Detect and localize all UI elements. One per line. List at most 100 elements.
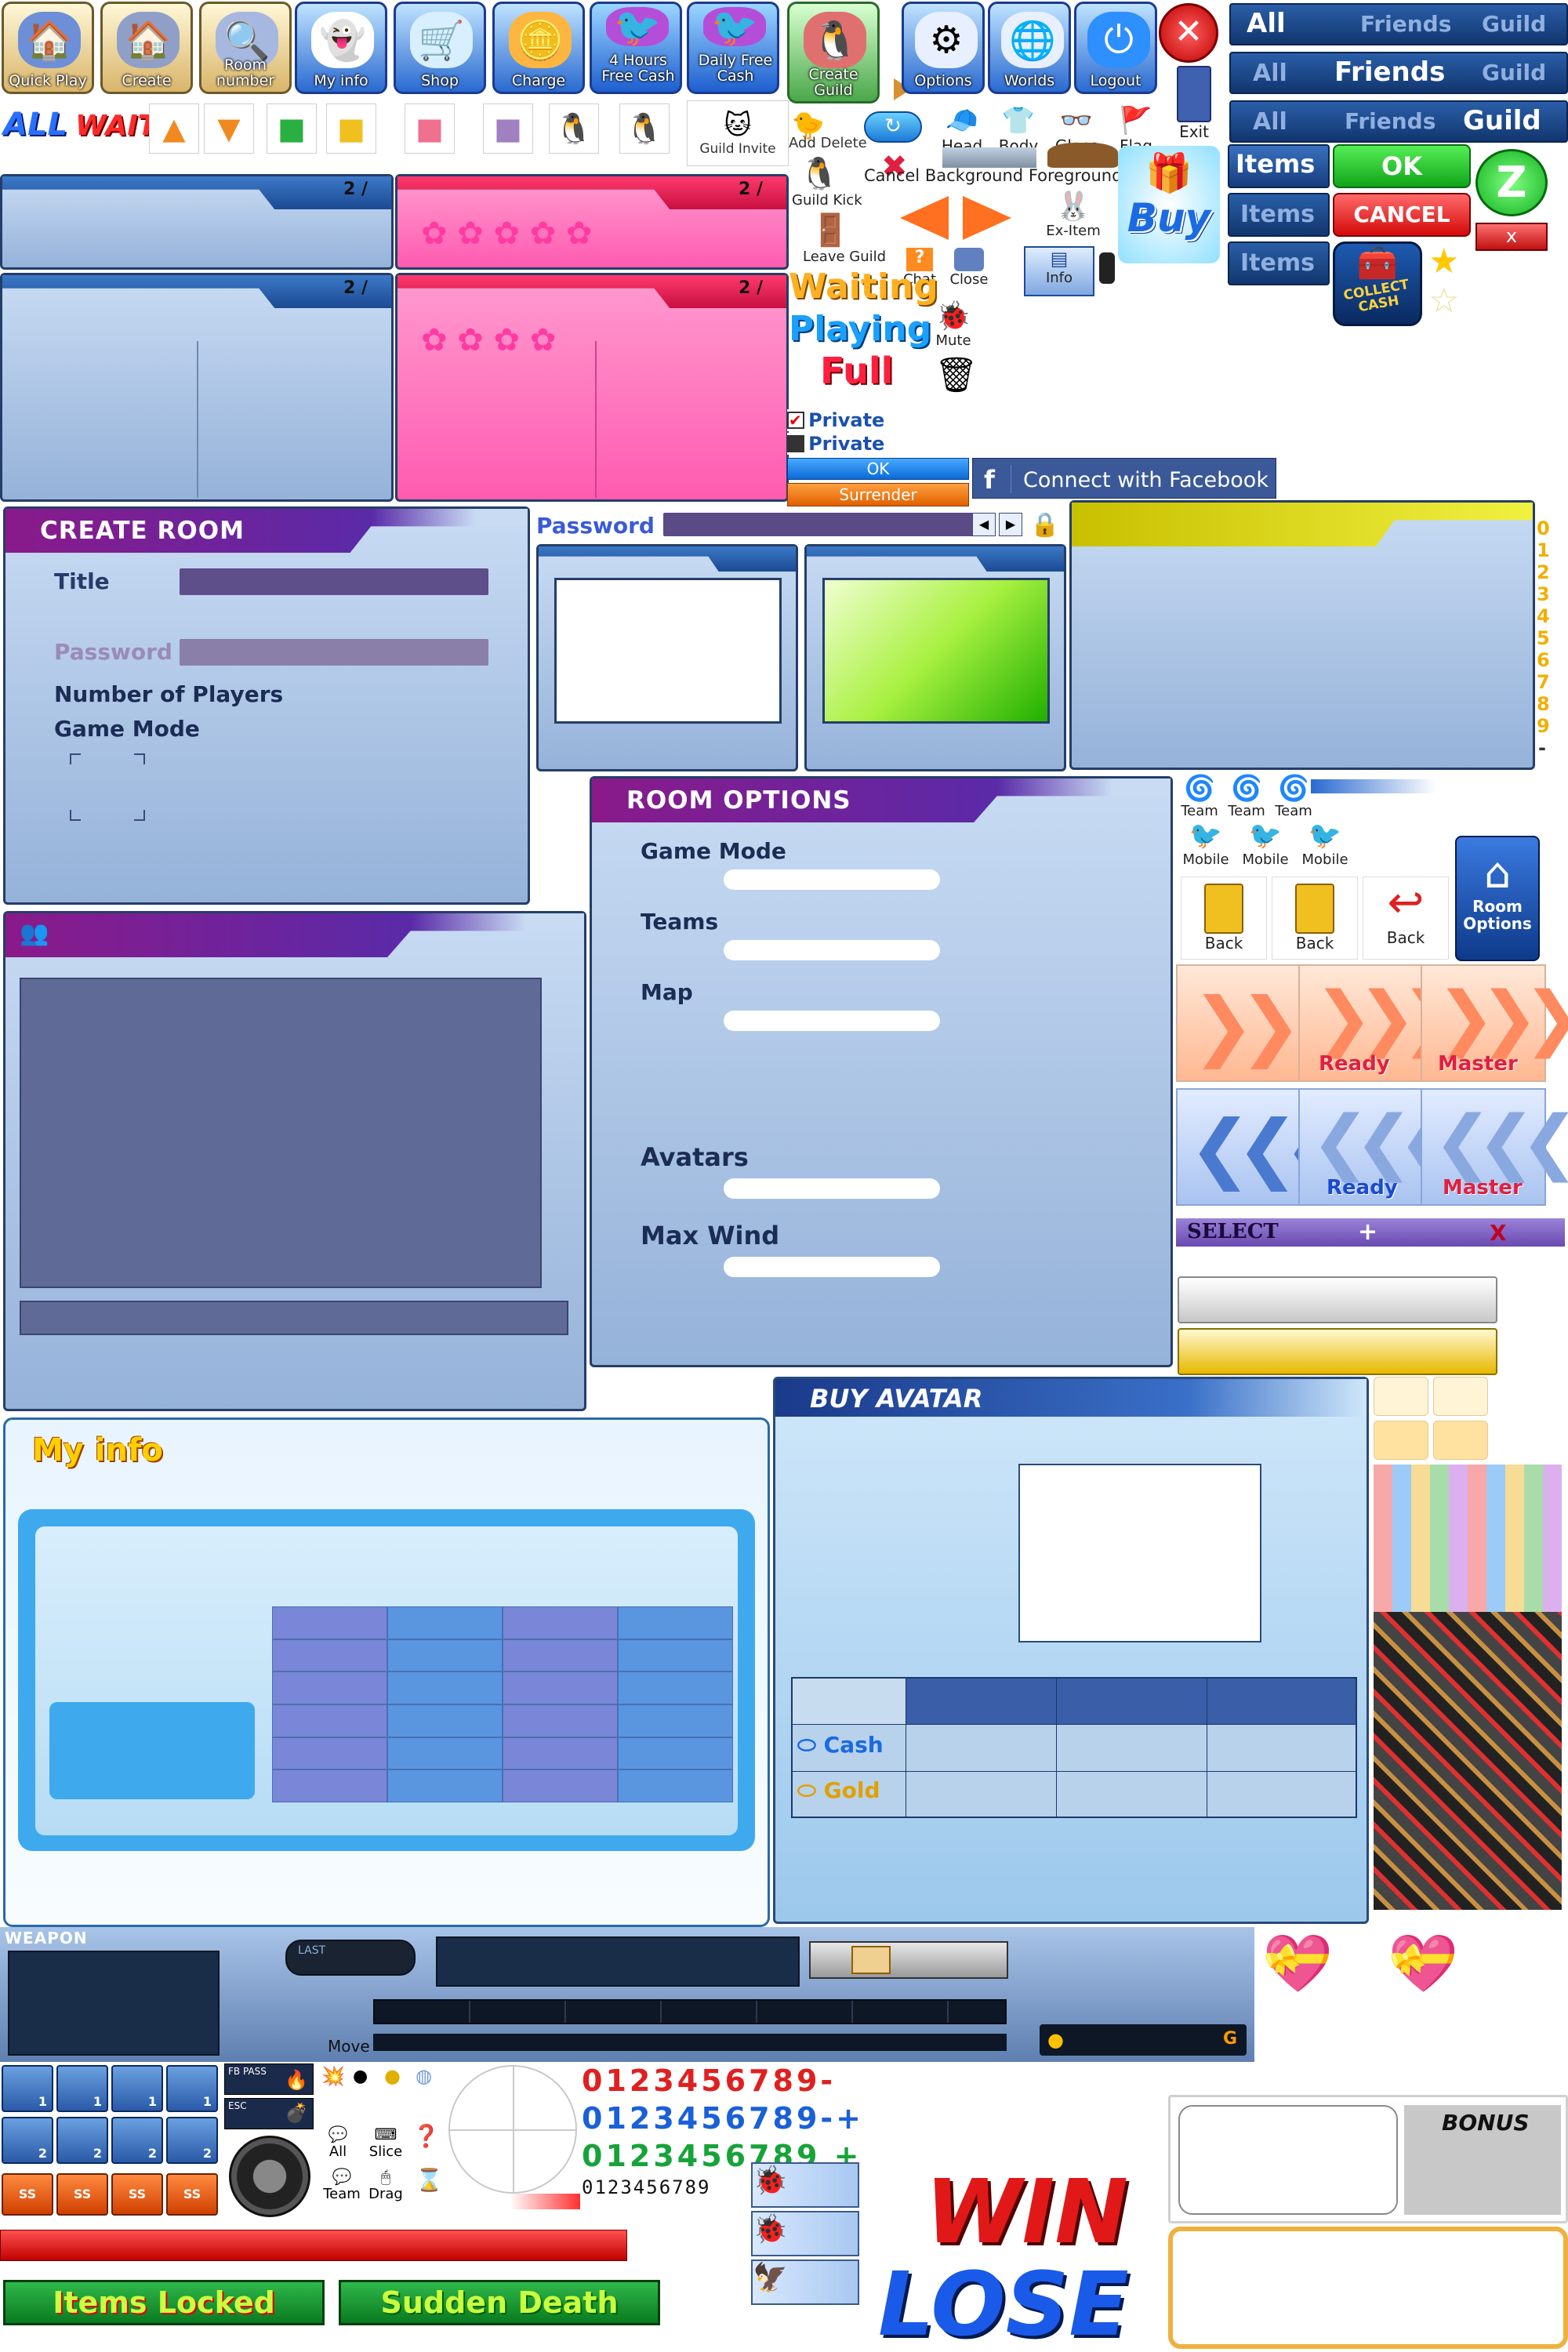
private-room-unchecked[interactable]: Private Room	[787, 433, 949, 477]
ss-slot[interactable]: SS	[2, 2173, 53, 2216]
buy-button[interactable]: 🎁 Buy	[1118, 146, 1220, 263]
next-arrow-button[interactable]: ▶	[999, 513, 1022, 536]
private-room-checked[interactable]: ✔ Private Room	[787, 409, 949, 453]
ok-button[interactable]: OK	[1333, 144, 1471, 188]
worlds-button[interactable]: 🌐 Worlds	[988, 2, 1071, 94]
drag-button[interactable]: 🖱 Drag	[362, 2167, 409, 2206]
create-button[interactable]: 🏠 Create	[100, 2, 193, 94]
prev-arrow-button[interactable]: ◀	[972, 513, 996, 536]
ready-tile-blue-master[interactable]: ❮❮❮ Master	[1421, 1088, 1568, 1206]
mobile-button-1[interactable]: 🐦 Mobile	[1176, 820, 1236, 868]
arrow-right-icon[interactable]	[963, 196, 1011, 240]
chat-input[interactable]	[20, 1301, 568, 1335]
ro-avatars-select[interactable]	[724, 1178, 940, 1199]
ro-map-select[interactable]	[724, 1011, 940, 1031]
fb-pass-button[interactable]: FB PASS 🔥	[224, 2063, 314, 2095]
yellow-cube-icon[interactable]: ■	[326, 103, 376, 154]
password-input[interactable]	[180, 639, 488, 666]
ss-slot[interactable]: SS	[111, 2173, 163, 2216]
esc-button[interactable]: ESC 💣	[224, 2098, 314, 2129]
charge-button[interactable]: 🪙 Charge	[492, 2, 585, 94]
trash-icon[interactable]: 🗑	[935, 354, 978, 403]
room-card-pink-large[interactable]: 2 / ✿ ✿ ✿ ✿	[395, 273, 789, 502]
exit-door-button[interactable]: Exit	[1171, 66, 1217, 158]
penguin-red-icon[interactable]: 🐧	[619, 103, 670, 154]
item-slot[interactable]: 2	[111, 2117, 163, 2164]
joystick-dial[interactable]	[229, 2136, 310, 2217]
mobile-button-2[interactable]: 🐦 Mobile	[1236, 820, 1295, 868]
cancel-button[interactable]: CANCEL	[1333, 193, 1471, 237]
item-slot[interactable]: 1	[56, 2065, 108, 2112]
room-options-button[interactable]: ⌂ Room Options	[1455, 836, 1540, 961]
info-button[interactable]: ▤ Info	[1024, 246, 1094, 296]
ready-tile-master[interactable]: ❯❯❯ Master	[1421, 964, 1568, 1082]
pink-cube-icon[interactable]: ■	[405, 103, 455, 154]
item-slot[interactable]: 1	[166, 2065, 218, 2112]
mobile-button-3[interactable]: 🐦 Mobile	[1295, 820, 1355, 868]
lilac-cube-icon[interactable]: ■	[483, 103, 533, 154]
item-slot[interactable]: 1	[111, 2065, 163, 2112]
items-tab-3[interactable]: Items	[1228, 241, 1330, 285]
ss-slot[interactable]: SS	[56, 2173, 108, 2216]
surrender-button[interactable]: Surrender	[787, 483, 969, 506]
close-red-button[interactable]: ✕	[1159, 3, 1218, 63]
items-tab-active[interactable]: Items	[1228, 144, 1330, 188]
angle-gauge[interactable]	[809, 1941, 1008, 1979]
team-button-2[interactable]: 🌀 Team	[1223, 773, 1270, 819]
arrow-up-icon[interactable]: ▲	[149, 103, 199, 154]
shop-button[interactable]: 🛒 Shop	[394, 2, 486, 94]
close-button[interactable]: Close	[946, 248, 993, 295]
back-button-2[interactable]: Back	[1272, 877, 1358, 960]
penguin-blue-icon[interactable]: 🐧	[549, 103, 599, 154]
options-button[interactable]: ⚙ Options	[902, 2, 985, 94]
room-number-button[interactable]: 🔍 Room number	[199, 2, 292, 94]
mute-button[interactable]: 🐞 Mute	[930, 299, 977, 351]
slice-button[interactable]: ⌨ Slice	[362, 2125, 409, 2164]
tab-strip-all[interactable]: All Friends Guild	[1229, 3, 1568, 45]
leave-guild-button[interactable]: 🚪 Leave Guild	[803, 212, 886, 267]
item-slot[interactable]: 1	[2, 2065, 53, 2112]
connect-facebook-button[interactable]: f Connect with Facebook	[972, 458, 1276, 499]
create-guild-button[interactable]: 🐧 Create Guild	[787, 2, 880, 103]
item-slot[interactable]: 2	[2, 2117, 53, 2164]
chat-all-button[interactable]: 💬 All	[318, 2125, 358, 2162]
quick-play-button[interactable]: 🏠 Quick Play	[2, 2, 94, 94]
tab-strip-friends[interactable]: All Friends Guild	[1229, 52, 1568, 94]
guild-kick-button[interactable]: 🐧 Guild Kick	[792, 155, 862, 210]
daily-free-cash-button[interactable]: 🐦 Daily Free Cash	[687, 2, 779, 94]
ready-tile-blue-ready[interactable]: ❮❮❮ Ready	[1298, 1088, 1457, 1206]
tab-strip-guild[interactable]: All Friends Guild	[1229, 100, 1568, 143]
select-bar[interactable]: SELECT + X	[1176, 1218, 1565, 1247]
team-button-1[interactable]: 🌀 Team	[1176, 773, 1223, 819]
item-slot[interactable]: 2	[166, 2117, 218, 2164]
ex-item-button[interactable]: 🐰 Ex-Item	[1038, 190, 1109, 245]
arrow-left-icon[interactable]	[900, 196, 949, 240]
room-card-blue-small[interactable]: 2 /	[0, 174, 394, 270]
x-small-button[interactable]: x	[1475, 223, 1548, 251]
ro-teams-select[interactable]	[724, 940, 940, 960]
ok-bar-button[interactable]: OK	[787, 458, 969, 480]
filter-wait-button[interactable]: WAIT	[75, 110, 157, 142]
back-button-3[interactable]: ↩ Back	[1363, 877, 1449, 960]
ready-tile-ready[interactable]: ❯❯❯ Ready	[1298, 964, 1460, 1082]
my-info-button[interactable]: 👻 My info	[295, 2, 387, 94]
room-card-pink-small[interactable]: 2 / ✿ ✿ ✿ ✿ ✿	[395, 174, 789, 270]
ro-game-mode-select[interactable]	[724, 869, 940, 890]
ready-tile-plain[interactable]: ❯❯❯	[1176, 964, 1349, 1082]
room-card-blue-large[interactable]: 2 /	[0, 273, 394, 502]
green-cube-icon[interactable]: ■	[267, 103, 317, 154]
ss-slot[interactable]: SS	[166, 2173, 218, 2216]
filter-all-button[interactable]: ALL	[3, 107, 67, 143]
password-bar-input[interactable]	[663, 513, 977, 536]
ro-max-wind-select[interactable]	[724, 1257, 940, 1277]
item-slot[interactable]: 2	[56, 2117, 108, 2164]
refresh-button[interactable]: ↻	[864, 111, 922, 143]
z-button[interactable]: Z	[1475, 149, 1548, 216]
title-input[interactable]	[180, 568, 488, 595]
team-button-3[interactable]: 🌀 Team	[1270, 773, 1317, 819]
back-button-1[interactable]: Back	[1181, 877, 1267, 960]
slider-bar[interactable]	[1311, 779, 1436, 793]
collect-cash-button[interactable]: 🧰 COLLECT CASH	[1333, 241, 1422, 326]
ready-tile-blue-plain[interactable]: ❮❮❮	[1176, 1088, 1346, 1206]
items-tab-2[interactable]: Items	[1228, 193, 1330, 237]
